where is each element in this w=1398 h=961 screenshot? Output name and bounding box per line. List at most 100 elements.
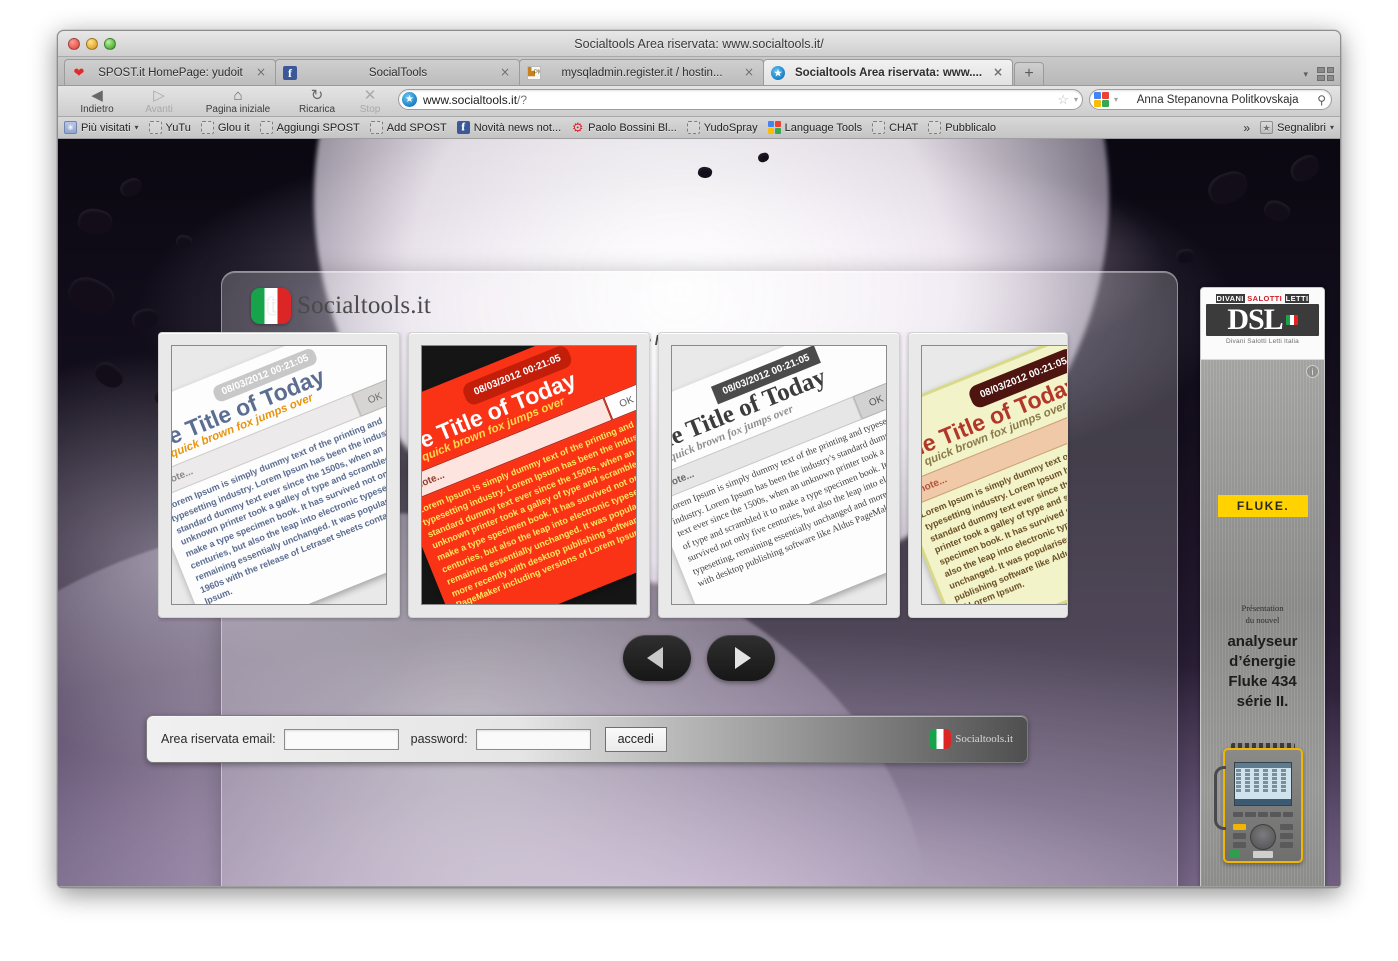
forward-button[interactable]: ▷ Avanti: [128, 87, 190, 116]
tab-close-icon[interactable]: ×: [255, 66, 267, 79]
bookmark-paolo-bossini[interactable]: ⚙ Paolo Bossini Bl...: [571, 121, 677, 134]
ad-fluke-headline: analyseur d’énergie Fluke 434 série II.: [1201, 632, 1324, 712]
browser-tab-1[interactable]: ❤ SPOST.it HomePage: yudoit ×: [64, 59, 276, 85]
bookmarks-overflow-icon[interactable]: »: [1243, 121, 1250, 135]
tabstrip-right-controls: ▾: [1303, 67, 1334, 81]
grid-icon[interactable]: [1317, 67, 1334, 81]
brand-lockup[interactable]: Socialtools.it: [251, 288, 431, 324]
info-icon[interactable]: i: [1306, 365, 1319, 378]
home-icon: ⌂: [233, 87, 243, 104]
window-titlebar[interactable]: Socialtools Area riservata: www.socialto…: [58, 31, 1340, 57]
ad-dsl-salotti: SALOTTI: [1247, 294, 1283, 303]
template-card[interactable]: 08/03/2012 00:21:05 The Title of Today T…: [908, 332, 1068, 618]
bookmark-yutu[interactable]: YuTu: [148, 121, 191, 134]
search-icon[interactable]: ⚲: [1317, 93, 1326, 107]
chevron-down-icon[interactable]: ▾: [1074, 95, 1078, 104]
chevron-down-icon[interactable]: ▾: [135, 123, 139, 132]
ad-fluke-banner[interactable]: i FLUKE . Présentation du nouvel analyse…: [1201, 360, 1324, 886]
chevron-down-icon[interactable]: ▾: [1303, 69, 1308, 80]
template-card[interactable]: 08/03/2012 00:21:05 The Title of Today T…: [158, 332, 400, 618]
phpmyadmin-icon: ▙PMA: [527, 65, 541, 80]
blank-page-icon: [200, 121, 214, 134]
chevron-down-icon[interactable]: ▾: [1330, 123, 1334, 132]
brand-name: Socialtools.it: [297, 292, 432, 319]
template-preview: 08/03/2012 00:21:05 The Title of Today T…: [421, 345, 637, 605]
note-widget: 08/03/2012 00:21:05 The Title of Today T…: [672, 346, 886, 604]
socialtools-logo-icon: [929, 729, 952, 749]
password-field[interactable]: [475, 728, 591, 750]
template-preview: 08/03/2012 00:21:05 The Title of Today T…: [921, 345, 1067, 605]
bookmark-label: Pubblicalo: [945, 121, 997, 134]
back-button[interactable]: ◀ Indietro: [66, 87, 128, 116]
bookmark-label: Add SPOST: [386, 121, 447, 134]
template-preview: 08/03/2012 00:21:05 The Title of Today T…: [671, 345, 887, 605]
address-bar[interactable]: www.socialtools.it/? ☆ ▾: [398, 89, 1083, 110]
window-title: Socialtools Area riservata: www.socialto…: [574, 37, 824, 51]
address-bar-text: www.socialtools.it/?: [423, 93, 1057, 107]
bookmark-star-icon[interactable]: ☆: [1057, 92, 1069, 108]
stop-button[interactable]: ✕ Stop: [348, 87, 392, 116]
ad-dsl-banner[interactable]: DIVANI SALOTTI LETTI DSL Divani Salotti …: [1201, 288, 1324, 360]
bookmark-manager-button[interactable]: Segnalibri ▾: [1260, 121, 1334, 134]
bookmark-label: YuTu: [165, 121, 191, 134]
url-path: /?: [517, 92, 528, 107]
bookmark-glou-it[interactable]: Glou it: [200, 121, 250, 134]
template-card[interactable]: 08/03/2012 00:21:05 The Title of Today T…: [658, 332, 900, 618]
bookmark-label: YudoSpray: [703, 121, 758, 134]
navigation-toolbar: ◀ Indietro ▷ Avanti ⌂ Pagina iniziale ↻ …: [58, 86, 1340, 117]
tab-label: mysqladmin.register.it / hostin...: [561, 66, 723, 79]
search-bar[interactable]: ▾ Anna Stepanovna Politkovskaja ⚲: [1089, 89, 1332, 110]
forward-arrow-icon: ▷: [153, 87, 165, 104]
tab-close-icon[interactable]: ×: [743, 66, 755, 79]
browser-tab-2[interactable]: f SocialTools ×: [275, 59, 520, 85]
window-close-button[interactable]: [68, 38, 80, 50]
window-controls: [68, 38, 116, 50]
new-tab-button[interactable]: +: [1014, 62, 1044, 85]
ad-dsl-subtitle: Divani Salotti Letti Italia: [1226, 338, 1299, 345]
carousel-next-button[interactable]: [707, 635, 775, 681]
bookmark-label: Segnalibri: [1277, 121, 1326, 134]
chevron-down-icon[interactable]: ▾: [1114, 95, 1118, 104]
socialtools-icon: [771, 65, 785, 80]
carousel-prev-button[interactable]: [623, 635, 691, 681]
reload-button-label: Ricarica: [298, 104, 336, 115]
browser-tab-4-active[interactable]: Socialtools Area riservata: www.... ×: [763, 59, 1013, 85]
email-field[interactable]: [283, 728, 399, 750]
ad-fluke-kicker-line1: Présentation: [1241, 603, 1284, 613]
bookmark-language-tools[interactable]: Language Tools: [767, 121, 862, 134]
bookmark-aggiungi-spost[interactable]: Aggiungi SPOST: [259, 121, 360, 134]
blank-page-icon: [686, 121, 700, 134]
bookmark-pubblicalo[interactable]: Pubblicalo: [928, 121, 996, 134]
advertisement-rail: DIVANI SALOTTI LETTI DSL Divani Salotti …: [1200, 287, 1325, 886]
search-input[interactable]: Anna Stepanovna Politkovskaja: [1122, 94, 1313, 106]
browser-tab-3[interactable]: ▙PMA mysqladmin.register.it / hostin... …: [519, 59, 764, 85]
bookmark-yudospray[interactable]: YudoSpray: [686, 121, 758, 134]
bookmark-most-visited[interactable]: Più visitati ▾: [64, 121, 139, 134]
bookmark-novita-news[interactable]: f Novità news not...: [456, 121, 561, 134]
reload-button[interactable]: ↻ Ricarica: [286, 87, 348, 116]
tab-close-icon[interactable]: ×: [499, 66, 511, 79]
tab-label: SocialTools: [368, 66, 428, 79]
window-maximize-button[interactable]: [104, 38, 116, 50]
tab-close-icon[interactable]: ×: [992, 66, 1004, 79]
template-preview: 08/03/2012 00:21:05 The Title of Today T…: [171, 345, 387, 605]
bookmarks-bar: Più visitati ▾ YuTu Glou it Aggiungi SPO…: [58, 117, 1340, 139]
template-card[interactable]: 08/03/2012 00:21:05 The Title of Today T…: [408, 332, 650, 618]
bookmark-label: Più visitati: [81, 121, 131, 134]
fluke-analyzer-image: [1214, 743, 1303, 863]
browser-statusbar: [58, 886, 1340, 887]
window-minimize-button[interactable]: [86, 38, 98, 50]
fluke-wordmark: FLUKE: [1236, 499, 1285, 513]
bookmark-chat[interactable]: CHAT: [872, 121, 918, 134]
blank-page-icon: [148, 121, 162, 134]
note-widget: 08/03/2012 00:21:05 The Title of Today T…: [422, 346, 636, 604]
login-submit-button[interactable]: accedi: [604, 726, 667, 752]
tab-strip: ❤ SPOST.it HomePage: yudoit × f SocialTo…: [58, 57, 1340, 86]
home-button[interactable]: ⌂ Pagina iniziale: [190, 87, 286, 116]
note-widget: 08/03/2012 00:21:05 The Title of Today T…: [922, 346, 1067, 604]
close-icon: ✕: [363, 87, 377, 104]
bookmark-add-spost[interactable]: Add SPOST: [369, 121, 447, 134]
ad-fluke-kicker: Présentation du nouvel: [1201, 602, 1324, 626]
bookmark-label: Aggiungi SPOST: [276, 121, 360, 134]
bookmark-label: Paolo Bossini Bl...: [588, 121, 677, 134]
